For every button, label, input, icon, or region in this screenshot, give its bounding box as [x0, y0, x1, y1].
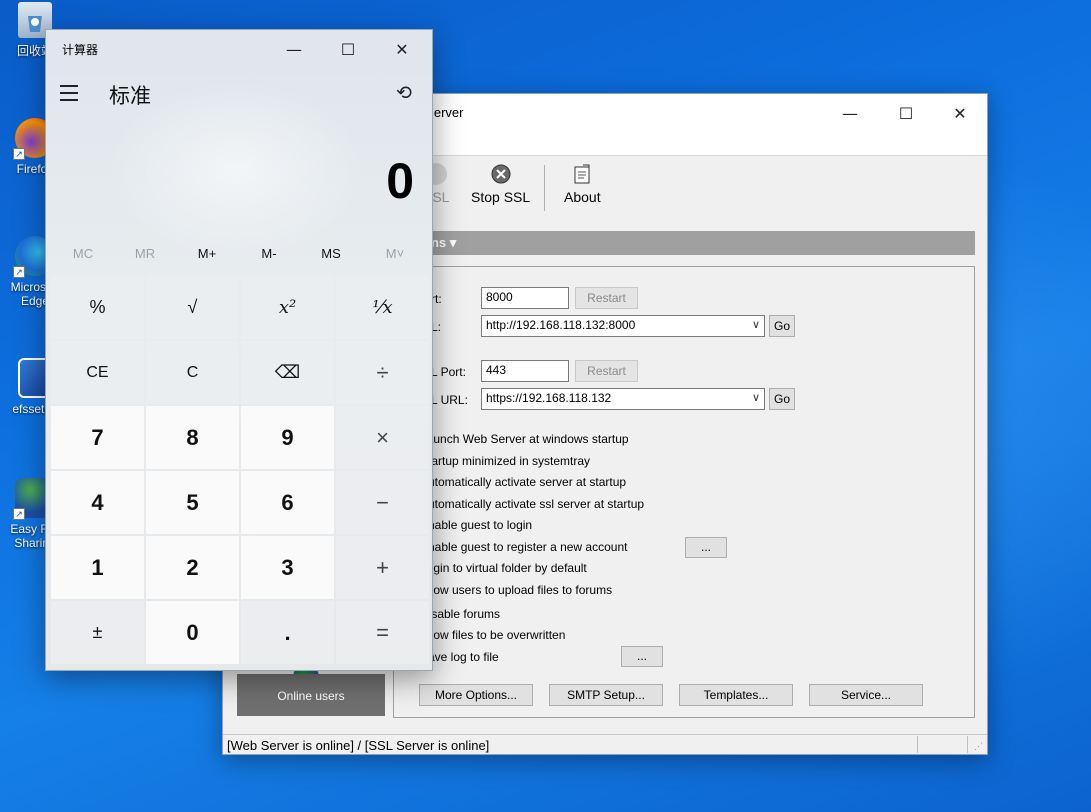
- stop-ssl-button[interactable]: Stop SSL: [471, 163, 530, 205]
- status-divider: [917, 736, 918, 753]
- checkbox-label: Allow users to upload files to forums: [420, 583, 613, 597]
- digit-4-button[interactable]: 4: [51, 471, 144, 534]
- save-log-options-button[interactable]: ...: [621, 646, 663, 667]
- checkbox-login-virtual-folder[interactable]: Login to virtual folder by default: [415, 561, 587, 576]
- memory-recall-button[interactable]: MR: [114, 246, 176, 261]
- calculator-display: 0: [386, 153, 414, 209]
- digit-2-button[interactable]: 2: [146, 536, 239, 599]
- backspace-button[interactable]: ⌫: [241, 341, 334, 404]
- equals-button[interactable]: =: [336, 601, 429, 664]
- http-restart-button[interactable]: Restart: [575, 287, 638, 309]
- service-button[interactable]: Service...: [809, 684, 923, 706]
- about-button[interactable]: About: [564, 163, 601, 205]
- templates-button[interactable]: Templates...: [679, 684, 793, 706]
- hamburger-menu-icon[interactable]: [60, 80, 82, 108]
- subtract-button[interactable]: −: [336, 471, 429, 534]
- maximize-button[interactable]: ☐: [322, 30, 374, 68]
- online-users-button[interactable]: Online users: [237, 674, 385, 716]
- reciprocal-button[interactable]: ⅟x: [336, 276, 429, 339]
- checkbox-auto-activate-ssl[interactable]: Automatically activate ssl server at sta…: [415, 497, 645, 512]
- checkbox-guest-register[interactable]: Enable guest to register a new account: [415, 540, 628, 555]
- http-url-value: http://192.168.118.132:8000: [486, 318, 636, 332]
- percent-button[interactable]: %: [51, 276, 144, 339]
- http-go-button[interactable]: Go: [769, 315, 795, 337]
- minimize-button[interactable]: —: [827, 94, 873, 132]
- memory-store-button[interactable]: MS: [300, 246, 362, 261]
- guest-register-options-button[interactable]: ...: [685, 537, 727, 558]
- add-button[interactable]: +: [336, 536, 429, 599]
- history-icon[interactable]: ⟲: [396, 82, 412, 104]
- status-divider: [967, 736, 968, 753]
- chevron-down-icon: ∨: [751, 392, 760, 404]
- about-icon: [571, 163, 593, 185]
- checkbox-label: Launch Web Server at windows startup: [420, 432, 629, 446]
- negate-button[interactable]: ±: [51, 601, 144, 664]
- resize-grip-icon[interactable]: ⋰: [974, 741, 983, 752]
- maximize-button[interactable]: ☐: [883, 94, 929, 132]
- ssl-port-label: L Port:: [431, 365, 466, 379]
- calculator-title: 计算器: [62, 43, 99, 57]
- digit-3-button[interactable]: 3: [241, 536, 334, 599]
- status-bar: [Web Server is online] / [SSL Server is …: [223, 734, 987, 754]
- digit-0-button[interactable]: 0: [146, 601, 239, 664]
- decimal-button[interactable]: .: [241, 601, 334, 664]
- toolbar-separator: [544, 165, 545, 211]
- smtp-setup-button[interactable]: SMTP Setup...: [549, 684, 663, 706]
- chevron-down-icon: ∨: [751, 319, 760, 331]
- stop-icon: [490, 163, 512, 185]
- http-url-combo[interactable]: http://192.168.118.132:8000 ∨: [481, 315, 765, 337]
- stop-ssl-label: Stop SSL: [471, 189, 531, 205]
- checkbox-label: Automatically activate ssl server at sta…: [420, 497, 645, 511]
- checkbox-auto-activate-server[interactable]: Automatically activate server at startup: [415, 475, 627, 490]
- checkbox-label: Enable guest to login: [420, 518, 533, 532]
- minimize-button[interactable]: —: [268, 30, 320, 68]
- memory-add-button[interactable]: M+: [176, 246, 238, 261]
- close-button[interactable]: ✕: [376, 30, 428, 68]
- checkbox-label: Login to virtual folder by default: [420, 561, 587, 575]
- divide-button[interactable]: ÷: [336, 341, 429, 404]
- clear-entry-button[interactable]: CE: [51, 341, 144, 404]
- checkbox-label: Allow files to be overwritten: [420, 628, 566, 642]
- square-root-button[interactable]: √: [146, 276, 239, 339]
- checkbox-label: Enable guest to register a new account: [420, 540, 628, 554]
- checkbox-startup-minimized[interactable]: Startup minimized in systemtray: [415, 454, 591, 469]
- calculator-window: 计算器 — ☐ ✕ 标准 ⟲ 0 MC MR M+ M- MS M˅ % √ x…: [45, 29, 433, 671]
- calculator-mode-title: 标准: [109, 84, 151, 108]
- checkbox-label: Startup minimized in systemtray: [420, 454, 591, 468]
- checkbox-label: Automatically activate server at startup: [420, 475, 627, 489]
- ssl-url-combo[interactable]: https://192.168.118.132 ∨: [481, 388, 765, 410]
- more-options-button[interactable]: More Options...: [419, 684, 533, 706]
- multiply-button[interactable]: ×: [336, 406, 429, 469]
- ssl-port-input[interactable]: 443: [481, 360, 569, 382]
- memory-clear-button[interactable]: MC: [52, 246, 114, 261]
- memory-list-button[interactable]: M˅: [364, 246, 426, 261]
- square-button[interactable]: x²: [241, 276, 334, 339]
- digit-1-button[interactable]: 1: [51, 536, 144, 599]
- memory-subtract-button[interactable]: M-: [238, 246, 300, 261]
- ssl-restart-button[interactable]: Restart: [575, 360, 638, 382]
- ssl-url-value: https://192.168.118.132: [486, 391, 612, 405]
- clear-button[interactable]: C: [146, 341, 239, 404]
- status-text: [Web Server is online] / [SSL Server is …: [227, 738, 490, 753]
- digit-7-button[interactable]: 7: [51, 406, 144, 469]
- http-port-input[interactable]: 8000: [481, 287, 569, 309]
- digit-6-button[interactable]: 6: [241, 471, 334, 534]
- digit-5-button[interactable]: 5: [146, 471, 239, 534]
- digit-9-button[interactable]: 9: [241, 406, 334, 469]
- checkbox-upload-to-forums[interactable]: Allow users to upload files to forums: [415, 583, 613, 598]
- digit-8-button[interactable]: 8: [146, 406, 239, 469]
- ssl-go-button[interactable]: Go: [769, 388, 795, 410]
- about-label: About: [564, 189, 601, 205]
- checkbox-allow-overwrite[interactable]: Allow files to be overwritten: [415, 628, 566, 643]
- checkbox-launch-at-startup[interactable]: Launch Web Server at windows startup: [415, 432, 629, 447]
- ssl-url-label: L URL:: [431, 393, 468, 407]
- close-button[interactable]: ✕: [937, 94, 983, 132]
